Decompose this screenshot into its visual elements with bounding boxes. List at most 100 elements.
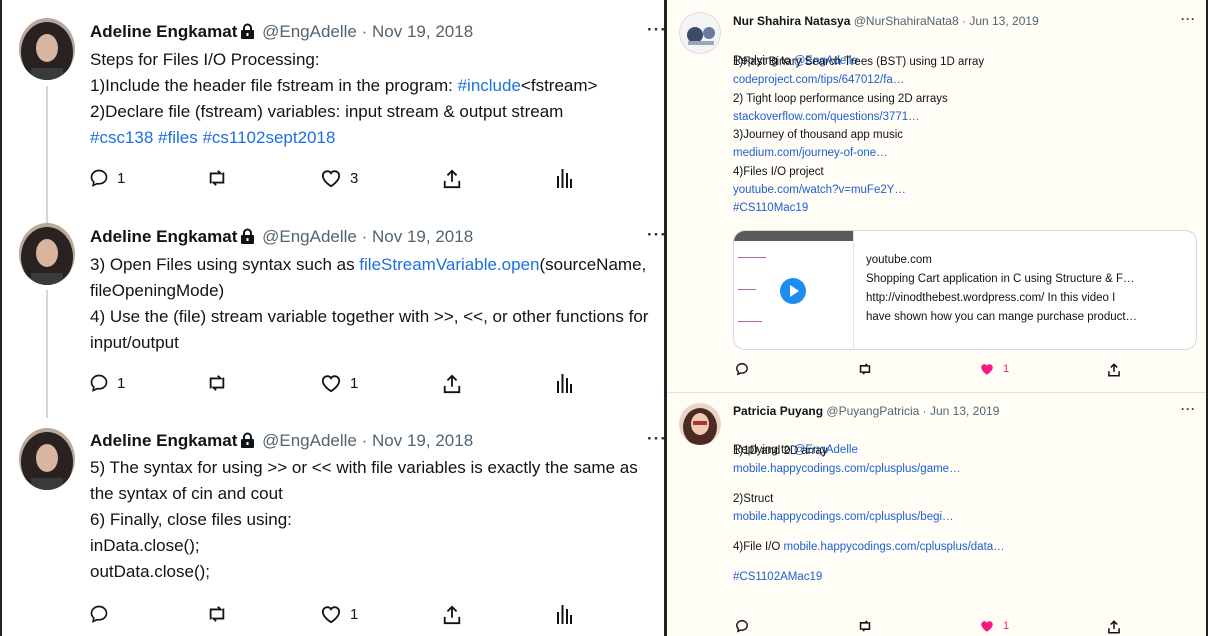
retweet-button[interactable] xyxy=(857,362,873,376)
more-icon[interactable]: ··· xyxy=(647,20,664,40)
link-card[interactable]: youtube.com Shopping Cart application in… xyxy=(733,230,1197,350)
tweet-date[interactable]: Nov 19, 2018 xyxy=(372,227,473,246)
tweet-date[interactable]: Jun 13, 2019 xyxy=(969,14,1038,28)
tweet-text-segment: 5) The syntax for using >> or << with fi… xyxy=(90,458,638,477)
tweet-link[interactable]: stackoverflow.com/questions/3771… xyxy=(733,111,920,123)
tweet-date[interactable]: Nov 19, 2018 xyxy=(372,431,473,450)
avatar[interactable] xyxy=(679,403,721,445)
author-name[interactable]: Adeline Engkamat xyxy=(90,227,237,246)
avatar[interactable] xyxy=(19,428,75,490)
video-thumbnail[interactable] xyxy=(734,231,854,349)
tweet-text-segment: 2)Declare file (fstream) variables: inpu… xyxy=(90,102,564,121)
tweet-link[interactable]: codeproject.com/tips/647012/fa… xyxy=(733,74,904,86)
like-count: 1 xyxy=(350,605,359,623)
tweet-line xyxy=(733,479,1203,491)
tweet-link[interactable]: mobile.happycodings.com/cplusplus/begi… xyxy=(733,511,954,523)
tweet-line: outData.close(); xyxy=(90,559,664,585)
like-icon xyxy=(321,375,341,393)
tweet-link[interactable]: fileStreamVariable.open xyxy=(359,255,539,274)
tweet-text-segment: 1)Fast Binary Search Trees (BST) using 1… xyxy=(733,56,985,68)
tweet-link[interactable]: medium.com/journey-of-one… xyxy=(733,147,888,159)
analytics-button[interactable] xyxy=(556,604,572,624)
hashtag-link[interactable]: #CS1102AMac19 xyxy=(733,571,822,583)
tweet-date[interactable]: Nov 19, 2018 xyxy=(372,22,473,41)
like-button[interactable]: 1 xyxy=(320,373,358,393)
analytics-button[interactable] xyxy=(556,373,572,393)
tweet-text-segment: inData.close(); xyxy=(90,536,200,555)
like-button[interactable]: 1 xyxy=(320,604,358,624)
tweet-link[interactable]: mobile.happycodings.com/cplusplus/game… xyxy=(733,463,961,475)
tweet-text-segment: 3) Open Files using syntax such as xyxy=(90,255,360,274)
hashtag-link[interactable]: #csc138 #files #cs1102sept2018 xyxy=(90,128,335,147)
hashtag-link[interactable]: #CS110Mac19 xyxy=(733,202,808,214)
tweet-link[interactable]: mobile.happycodings.com/cplusplus/data… xyxy=(783,541,1004,553)
retweet-button[interactable] xyxy=(857,619,873,633)
author-handle[interactable]: @EngAdelle xyxy=(262,227,357,246)
avatar[interactable] xyxy=(19,223,75,285)
lock-icon xyxy=(240,23,255,44)
author-handle[interactable]: @EngAdelle xyxy=(262,22,357,41)
tweet-text: 1)1D and 2D array mobile.happycodings.com… xyxy=(733,442,1203,586)
hashtag-link[interactable]: #include xyxy=(458,76,521,95)
tweet-line: 3) Open Files using syntax such as fileS… xyxy=(90,252,664,278)
share-button[interactable] xyxy=(1107,362,1121,378)
author-handle[interactable]: @PuyangPatricia xyxy=(826,404,919,418)
tweet-date[interactable]: Jun 13, 2019 xyxy=(930,404,999,418)
share-button[interactable] xyxy=(442,168,462,190)
tweet-line: 4)File I/O mobile.happycodings.com/cplus… xyxy=(733,538,1203,556)
author-name[interactable]: Adeline Engkamat xyxy=(90,431,237,450)
avatar[interactable] xyxy=(19,18,75,80)
tweet-line: 3)Journey of thousand app music xyxy=(733,126,1203,144)
more-icon[interactable]: ··· xyxy=(647,429,664,449)
tweet-line: stackoverflow.com/questions/3771… xyxy=(733,108,1203,126)
more-icon[interactable]: ··· xyxy=(1181,12,1196,26)
tweet-line: Steps for Files I/O Processing: xyxy=(90,47,664,73)
tweet-line: inData.close(); xyxy=(90,533,664,559)
tweet[interactable]: Adeline Engkamat @EngAdelle · Nov 19, 20… xyxy=(2,205,664,410)
tweet-line: 6) Finally, close files using: xyxy=(90,507,664,533)
author-name[interactable]: Nur Shahira Natasya xyxy=(733,14,850,28)
avatar[interactable] xyxy=(679,12,721,54)
separator-dot: · xyxy=(361,227,368,246)
card-description: have shown how you can mange purchase pr… xyxy=(866,311,1138,323)
reply-button[interactable] xyxy=(735,619,749,633)
author-handle[interactable]: @NurShahiraNata8 xyxy=(854,14,959,28)
tweet-line: fileOpeningMode) xyxy=(90,278,664,304)
card-description: http://vinodthebest.wordpress.com/ In th… xyxy=(866,292,1116,304)
like-button[interactable]: 1 xyxy=(979,619,1009,633)
tweet-text: 1)Fast Binary Search Trees (BST) using 1… xyxy=(733,53,1203,218)
play-icon[interactable] xyxy=(780,278,806,304)
share-button[interactable] xyxy=(442,373,462,395)
tweet-link[interactable]: youtube.com/watch?v=muFe2Y… xyxy=(733,184,906,196)
author-name[interactable]: Adeline Engkamat xyxy=(90,22,237,41)
reply-button[interactable] xyxy=(89,604,117,624)
retweet-button[interactable] xyxy=(206,168,228,188)
analytics-icon xyxy=(557,169,572,188)
tweet-line: 2)Declare file (fstream) variables: inpu… xyxy=(90,99,664,125)
like-count: 3 xyxy=(350,169,359,187)
share-button[interactable] xyxy=(1107,619,1121,635)
more-icon[interactable]: ··· xyxy=(647,225,664,245)
tweet-line: mobile.happycodings.com/cplusplus/game… xyxy=(733,460,1203,478)
share-button[interactable] xyxy=(442,604,462,626)
reply-button[interactable]: 1 xyxy=(89,373,125,393)
reply-tweet[interactable]: Patricia Puyang @PuyangPatricia · Jun 13… xyxy=(667,393,1206,636)
tweet-text-segment: Steps for Files I/O Processing: xyxy=(90,50,320,69)
reply-button[interactable] xyxy=(735,362,749,376)
more-icon[interactable]: ··· xyxy=(1181,402,1196,416)
author-handle[interactable]: @EngAdelle xyxy=(262,431,357,450)
like-icon xyxy=(321,606,341,624)
retweet-button[interactable] xyxy=(206,373,228,393)
separator-dot: · xyxy=(922,404,927,418)
tweet[interactable]: Adeline Engkamat @EngAdelle · Nov 19, 20… xyxy=(2,0,664,205)
analytics-button[interactable] xyxy=(556,168,572,188)
reply-button[interactable]: 1 xyxy=(89,168,125,188)
like-button[interactable]: 1 xyxy=(979,362,1009,376)
like-button[interactable]: 3 xyxy=(320,168,358,188)
reply-tweet[interactable]: Nur Shahira Natasya @NurShahiraNata8 · J… xyxy=(667,0,1206,392)
tweet-text-segment: (sourceName, xyxy=(539,255,647,274)
retweet-button[interactable] xyxy=(206,604,228,624)
author-name[interactable]: Patricia Puyang xyxy=(733,404,823,418)
tweet[interactable]: Adeline Engkamat @EngAdelle · Nov 19, 20… xyxy=(2,410,664,636)
tweet-text: Steps for Files I/O Processing: 1)Include… xyxy=(90,47,664,151)
